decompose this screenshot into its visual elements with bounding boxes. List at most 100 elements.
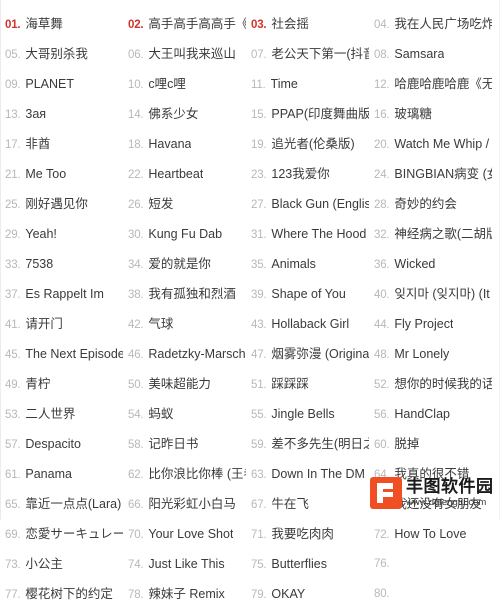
- song-item[interactable]: 40. 잊지마 (잊지마) (It: [369, 279, 492, 309]
- song-item[interactable]: 78. 辣妹子 Remix: [123, 579, 246, 609]
- song-item[interactable]: 17. 非酋: [0, 129, 123, 159]
- song-item[interactable]: 37. Es Rappelt Im: [0, 279, 123, 309]
- song-item[interactable]: 33. 7538: [0, 249, 123, 279]
- song-item[interactable]: 04. 我在人民广场吃炸鸡: [369, 9, 492, 39]
- song-item[interactable]: 19. 追光者(伦桑版): [246, 129, 369, 159]
- song-item[interactable]: 67. 牛在飞: [246, 489, 369, 519]
- song-item[interactable]: 55. Jingle Bells: [246, 399, 369, 429]
- song-item[interactable]: 77. 樱花树下的约定: [0, 579, 123, 609]
- song-item[interactable]: 57. Despacito: [0, 429, 123, 459]
- song-item[interactable]: 72. How To Love: [369, 519, 492, 549]
- song-rank: 52.: [374, 379, 390, 391]
- song-item[interactable]: 49. 青柠: [0, 369, 123, 399]
- song-item[interactable]: 62. 比你浪比你棒 (王者: [123, 459, 246, 489]
- song-item[interactable]: 13. 3ая: [0, 99, 123, 129]
- song-item[interactable]: 59. 差不多先生(明日之: [246, 429, 369, 459]
- song-item[interactable]: 18. Havana: [123, 129, 246, 159]
- song-rank: 69.: [5, 529, 21, 541]
- song-item[interactable]: 39. Shape of You: [246, 279, 369, 309]
- song-item[interactable]: 28. 奇妙的约会: [369, 189, 492, 219]
- song-item[interactable]: 41. 请开门: [0, 309, 123, 339]
- song-item[interactable]: 42. 气球: [123, 309, 246, 339]
- song-item[interactable]: 46. Radetzky-Marsch,: [123, 339, 246, 369]
- song-item[interactable]: 25. 刚好遇见你: [0, 189, 123, 219]
- song-item[interactable]: 07. 老公天下第一(抖音: [246, 39, 369, 69]
- song-item[interactable]: 60. 脱掉: [369, 429, 492, 459]
- song-item[interactable]: 20. Watch Me Whip /: [369, 129, 492, 159]
- song-item[interactable]: 03. 社会摇: [246, 9, 369, 39]
- song-title: 7538: [25, 257, 54, 271]
- song-item[interactable]: 14. 佛系少女: [123, 99, 246, 129]
- song-item[interactable]: 31. Where The Hood: [246, 219, 369, 249]
- song-item[interactable]: 23. 123我爱你: [246, 159, 369, 189]
- song-title: 123我爱你: [271, 167, 330, 181]
- song-title: 我还没有女朋友: [394, 497, 482, 511]
- song-title: 社会摇: [271, 17, 309, 31]
- song-item[interactable]: 45. The Next Episode: [0, 339, 123, 369]
- song-title: 我有孤独和烈酒: [148, 287, 236, 301]
- song-item[interactable]: 36. Wicked: [369, 249, 492, 279]
- song-title: 短发: [148, 197, 174, 211]
- song-item[interactable]: 21. Me Too: [0, 159, 123, 189]
- song-title: 海草舞: [25, 17, 63, 31]
- song-item[interactable]: 01. 海草舞: [0, 9, 123, 39]
- song-item[interactable]: 15. PPAP(印度舞曲版): [246, 99, 369, 129]
- song-item[interactable]: 02. 高手高手高高手《太: [123, 9, 246, 39]
- song-title: 气球: [148, 317, 174, 331]
- song-item[interactable]: 32. 神经病之歌(二胡版): [369, 219, 492, 249]
- song-item[interactable]: 58. 记昨日书: [123, 429, 246, 459]
- song-item[interactable]: 61. Panama: [0, 459, 123, 489]
- song-rank: 01.: [5, 19, 21, 31]
- song-item[interactable]: 11. Time: [246, 69, 369, 99]
- song-item[interactable]: 54. 蚂蚁: [123, 399, 246, 429]
- song-item[interactable]: 75. Butterflies: [246, 549, 369, 579]
- song-rank: 27.: [251, 199, 267, 211]
- song-item[interactable]: 79. OKAY: [246, 579, 369, 609]
- song-item[interactable]: 69. 恋愛サーキュレーシ: [0, 519, 123, 549]
- song-rank: 44.: [374, 319, 390, 331]
- song-title: 我真的很不错: [394, 467, 470, 481]
- song-item[interactable]: 73. 小公主: [0, 549, 123, 579]
- song-item[interactable]: 34. 爱的就是你: [123, 249, 246, 279]
- song-item[interactable]: 70. Your Love Shot: [123, 519, 246, 549]
- song-title: Where The Hood: [271, 227, 367, 241]
- song-item[interactable]: 44. Fly Project: [369, 309, 492, 339]
- song-item[interactable]: 50. 美味超能力: [123, 369, 246, 399]
- song-item[interactable]: 74. Just Like This: [123, 549, 246, 579]
- song-rank: 65.: [5, 499, 21, 511]
- song-item[interactable]: 35. Animals: [246, 249, 369, 279]
- song-item[interactable]: 22. Heartbeat: [123, 159, 246, 189]
- song-item[interactable]: 09. PLANET: [0, 69, 123, 99]
- song-item[interactable]: 08. Samsara: [369, 39, 492, 69]
- song-item[interactable]: 51. 踩踩踩: [246, 369, 369, 399]
- song-item[interactable]: 63. Down In The DM: [246, 459, 369, 489]
- song-item[interactable]: 53. 二人世界: [0, 399, 123, 429]
- song-item[interactable]: 06. 大王叫我来巡山: [123, 39, 246, 69]
- song-item[interactable]: 30. Kung Fu Dab: [123, 219, 246, 249]
- song-item[interactable]: 43. Hollaback Girl: [246, 309, 369, 339]
- song-rank: 54.: [128, 409, 144, 421]
- song-item[interactable]: 68. 我还没有女朋友: [369, 489, 492, 519]
- song-item[interactable]: 12. 哈鹿哈鹿哈鹿《无敌: [369, 69, 492, 99]
- song-item[interactable]: 27. Black Gun (English: [246, 189, 369, 219]
- song-item[interactable]: 16. 玻璃糖: [369, 99, 492, 129]
- song-item[interactable]: 65. 靠近一点点(Lara): [0, 489, 123, 519]
- song-item[interactable]: 64. 我真的很不错: [369, 459, 492, 489]
- song-title: 刚好遇见你: [25, 197, 88, 211]
- song-item[interactable]: 48. Mr Lonely: [369, 339, 492, 369]
- song-item[interactable]: 24. BINGBIAN病变 (女: [369, 159, 492, 189]
- song-row: 37. Es Rappelt Im 38. 我有孤独和烈酒 39. Shape of Yo…: [0, 279, 500, 309]
- song-item[interactable]: 29. Yeah!: [0, 219, 123, 249]
- song-rank: 24.: [374, 169, 390, 181]
- song-title: Just Like This: [148, 557, 225, 571]
- song-item[interactable]: 66. 阳光彩虹小白马: [123, 489, 246, 519]
- song-item[interactable]: 05. 大哥别杀我: [0, 39, 123, 69]
- song-item[interactable]: 10. c哩c哩: [123, 69, 246, 99]
- song-row: 01. 海草舞 02. 高手高手高高手《太 03. 社会摇 04. 我在人民广场吃炸鸡: [0, 9, 500, 39]
- song-item[interactable]: 71. 我要吃肉肉: [246, 519, 369, 549]
- song-item[interactable]: 38. 我有孤独和烈酒: [123, 279, 246, 309]
- song-item[interactable]: 56. HandClap: [369, 399, 492, 429]
- song-item[interactable]: 47. 烟雾弥漫 (Original: [246, 339, 369, 369]
- song-item[interactable]: 26. 短发: [123, 189, 246, 219]
- song-item[interactable]: 52. 想你的时候我的话就: [369, 369, 492, 399]
